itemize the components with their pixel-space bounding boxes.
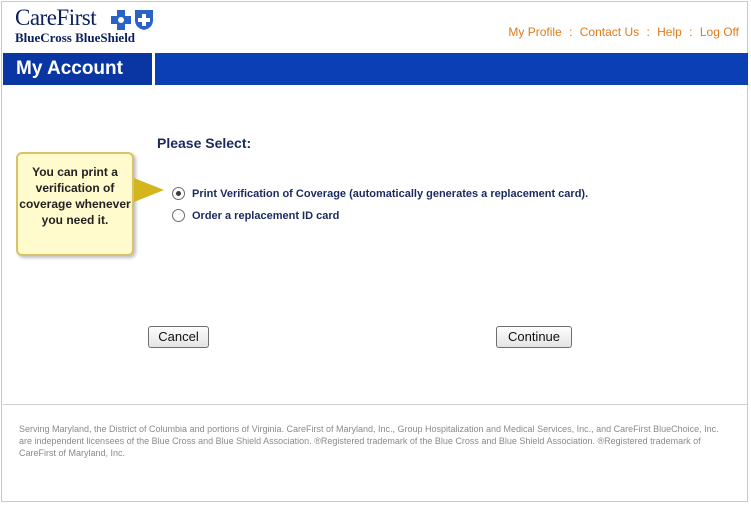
logo-marks [111, 10, 153, 30]
footer-legal-text: Serving Maryland, the District of Columb… [19, 424, 719, 458]
section-title: My Account [3, 53, 155, 85]
nav-contact-us[interactable]: Contact Us [580, 25, 639, 39]
callout-arrow-icon [134, 178, 164, 202]
option-label: Print Verification of Coverage (automati… [192, 188, 589, 200]
option-label: Order a replacement ID card [192, 210, 340, 222]
option-group: Print Verification of Coverage (automati… [172, 185, 588, 229]
top-nav: My Profile : Contact Us : Help : Log Off [508, 25, 739, 39]
radio-order-replacement[interactable] [172, 209, 185, 222]
nav-separator: : [689, 25, 693, 39]
footer-divider [3, 404, 748, 405]
nav-log-off[interactable]: Log Off [700, 25, 739, 39]
section-bar: My Account [3, 53, 748, 85]
option-order-replacement[interactable]: Order a replacement ID card [172, 207, 588, 229]
blue-shield-icon [135, 10, 153, 30]
logo-subtitle: BlueCross BlueShield [15, 30, 136, 45]
page-heading: Please Select: [157, 135, 252, 151]
cancel-button[interactable]: Cancel [148, 326, 209, 348]
logo-wordmark: CareFirst [15, 5, 97, 30]
help-callout: You can print a verification of coverage… [16, 152, 134, 256]
nav-separator: : [646, 25, 650, 39]
carefirst-logo[interactable]: CareFirst BlueCross BlueShield [15, 6, 155, 46]
nav-my-profile[interactable]: My Profile [508, 25, 561, 39]
continue-button[interactable]: Continue [496, 326, 572, 348]
blue-cross-icon [111, 10, 131, 30]
nav-separator: : [569, 25, 573, 39]
option-print-verification[interactable]: Print Verification of Coverage (automati… [172, 185, 588, 207]
radio-print-verification[interactable] [172, 187, 185, 200]
nav-help[interactable]: Help [657, 25, 682, 39]
